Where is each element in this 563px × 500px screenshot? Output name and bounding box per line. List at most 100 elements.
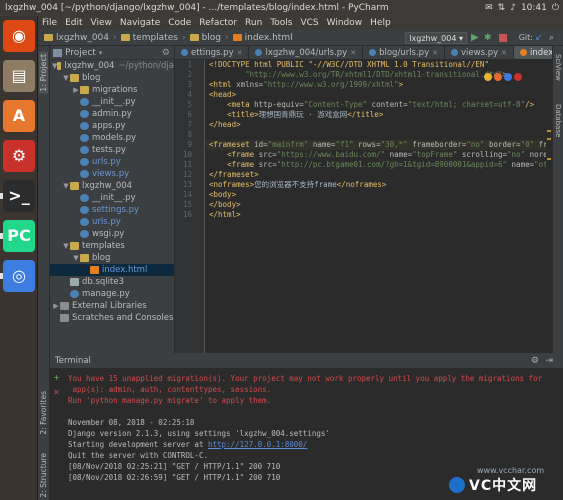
- tree-node[interactable]: views.py: [50, 168, 174, 180]
- menu-code[interactable]: Code: [164, 16, 195, 30]
- vcs-update-icon[interactable]: ↙: [535, 33, 545, 43]
- editor-tab[interactable]: ettings.py ✕: [175, 46, 250, 59]
- code-token: </noframes>: [336, 180, 387, 189]
- volume-icon[interactable]: ♪: [510, 0, 516, 16]
- debug-icon[interactable]: ✱: [484, 33, 494, 43]
- tree-node[interactable]: settings.py: [50, 204, 174, 216]
- chevron-down-icon[interactable]: ▾: [99, 46, 103, 60]
- expanded-arrow-icon[interactable]: ▼: [62, 72, 70, 84]
- line-number: 4: [187, 90, 192, 99]
- right-tool-strip: SciView Database: [552, 46, 563, 353]
- editor-tab[interactable]: lxgzhw_004/urls.py ✕: [249, 46, 364, 59]
- structure-tool-button[interactable]: 2: Structure: [39, 453, 48, 498]
- launcher-settings[interactable]: ⚙: [3, 140, 35, 172]
- stop-icon[interactable]: [499, 34, 507, 42]
- tree-node[interactable]: tests.py: [50, 144, 174, 156]
- mail-icon[interactable]: ✉: [485, 0, 493, 16]
- launcher-files[interactable]: ▤: [3, 60, 35, 92]
- database-tool-button[interactable]: Database: [554, 104, 562, 137]
- menu-navigate[interactable]: Navigate: [116, 16, 164, 30]
- tree-node[interactable]: admin.py: [50, 108, 174, 120]
- close-icon[interactable]: ✕: [350, 46, 356, 59]
- close-icon[interactable]: ✕: [432, 46, 438, 59]
- collapsed-arrow-icon[interactable]: ▶: [52, 300, 60, 312]
- chrome-icon[interactable]: [484, 73, 492, 81]
- menu-view[interactable]: View: [87, 16, 116, 30]
- launcher-software-center[interactable]: A: [3, 100, 35, 132]
- tree-node[interactable]: index.html: [50, 264, 174, 276]
- tree-node[interactable]: ▶ migrations: [50, 84, 174, 96]
- breadcrumb-item[interactable]: index.html: [231, 30, 295, 45]
- terminal-text: [08/Nov/2018 02:25:21] "GET / HTTP/1.1" …: [68, 462, 281, 471]
- tree-node[interactable]: apps.py: [50, 120, 174, 132]
- menu-edit[interactable]: Edit: [61, 16, 86, 30]
- launcher-terminal[interactable]: >_: [0, 180, 35, 212]
- launcher-ubuntu-dash[interactable]: ◉: [3, 20, 35, 52]
- project-panel-header[interactable]: Project ▾ ⚙: [50, 46, 174, 60]
- run-configuration-select[interactable]: lxgzhw_004 ▾: [405, 32, 467, 44]
- editor-tab[interactable]: blog/urls.py ✕: [363, 46, 445, 59]
- run-icon[interactable]: ▶: [471, 33, 481, 43]
- tree-node[interactable]: ▼ blog: [50, 252, 174, 264]
- power-icon[interactable]: ⏻: [552, 0, 559, 16]
- close-session-icon[interactable]: ✕: [52, 388, 61, 397]
- breadcrumb-item[interactable]: templates: [119, 30, 180, 45]
- expanded-arrow-icon[interactable]: ▼: [72, 252, 80, 264]
- tree-node-label: migrations: [92, 85, 138, 95]
- tree-node[interactable]: __init__.py: [50, 96, 174, 108]
- network-icon[interactable]: ⇅: [498, 0, 506, 16]
- collapsed-arrow-icon[interactable]: ▶: [72, 84, 80, 96]
- project-tool-button[interactable]: 1: Project: [39, 52, 48, 94]
- search-icon[interactable]: ⌕: [549, 33, 559, 43]
- safari-icon[interactable]: [504, 73, 512, 81]
- launcher-pycharm[interactable]: PC: [0, 220, 35, 252]
- tree-node[interactable]: ▼ blog: [50, 72, 174, 84]
- close-icon[interactable]: ✕: [501, 46, 507, 59]
- favorites-tool-button[interactable]: 2: Favorites: [39, 391, 48, 435]
- clock[interactable]: 10:41: [521, 0, 547, 16]
- tree-node[interactable]: urls.py: [50, 156, 174, 168]
- gear-icon[interactable]: ⚙: [531, 355, 539, 368]
- tree-node[interactable]: wsgi.py: [50, 228, 174, 240]
- breadcrumb-item[interactable]: blog: [188, 30, 223, 45]
- tree-node[interactable]: Scratches and Consoles: [50, 312, 174, 324]
- menu-file[interactable]: File: [38, 16, 61, 30]
- chevron-right-icon: ›: [181, 32, 186, 43]
- tree-node[interactable]: ▶ External Libraries: [50, 300, 174, 312]
- firefox-icon[interactable]: [494, 73, 502, 81]
- tree-node[interactable]: db.sqlite3: [50, 276, 174, 288]
- tree-node[interactable]: models.py: [50, 132, 174, 144]
- gear-icon[interactable]: ⚙: [162, 46, 170, 60]
- menu-help[interactable]: Help: [366, 16, 395, 30]
- pycharm-icon: PC: [7, 226, 31, 245]
- menu-vcs[interactable]: VCS: [296, 16, 322, 30]
- menu-tools[interactable]: Tools: [266, 16, 296, 30]
- tree-node[interactable]: ▼ lxgzhw_004: [50, 180, 174, 192]
- code-token: frameborder=: [407, 140, 467, 149]
- opera-icon[interactable]: [514, 73, 522, 81]
- expanded-arrow-icon[interactable]: ▼: [62, 180, 70, 192]
- sciview-tool-button[interactable]: SciView: [554, 54, 562, 81]
- editor-gutter: 1 2 3 4 5 6 7 8 9 10 11 12 13 14 15 16: [175, 60, 205, 353]
- tree-node-label: manage.py: [82, 289, 130, 299]
- tree-node[interactable]: ▼ templates: [50, 240, 174, 252]
- editor-tab[interactable]: views.py ✕: [445, 46, 515, 59]
- new-session-icon[interactable]: +: [52, 373, 61, 382]
- menu-window[interactable]: Window: [323, 16, 367, 30]
- tree-node[interactable]: __init__.py: [50, 192, 174, 204]
- tree-node[interactable]: urls.py: [50, 216, 174, 228]
- hide-panel-icon[interactable]: ⇥: [545, 355, 553, 368]
- expanded-arrow-icon[interactable]: ▼: [62, 240, 70, 252]
- breadcrumb-item[interactable]: lxgzhw_004: [42, 30, 111, 45]
- code-editor[interactable]: <!DOCTYPE html PUBLIC "-//W3C//DTD XHTML…: [206, 60, 546, 353]
- git-label: Git:: [518, 33, 533, 42]
- menu-run[interactable]: Run: [241, 16, 266, 30]
- close-icon[interactable]: ✕: [237, 46, 243, 59]
- tree-node[interactable]: manage.py: [50, 288, 174, 300]
- tree-node-label: blog: [82, 73, 101, 83]
- tree-node[interactable]: ▼ lxgzhw_004 ~/python/dja: [50, 60, 174, 72]
- menu-refactor[interactable]: Refactor: [195, 16, 241, 30]
- server-url-link[interactable]: http://127.0.0.1:8000/: [208, 440, 307, 449]
- launcher-chromium[interactable]: ◎: [0, 260, 35, 292]
